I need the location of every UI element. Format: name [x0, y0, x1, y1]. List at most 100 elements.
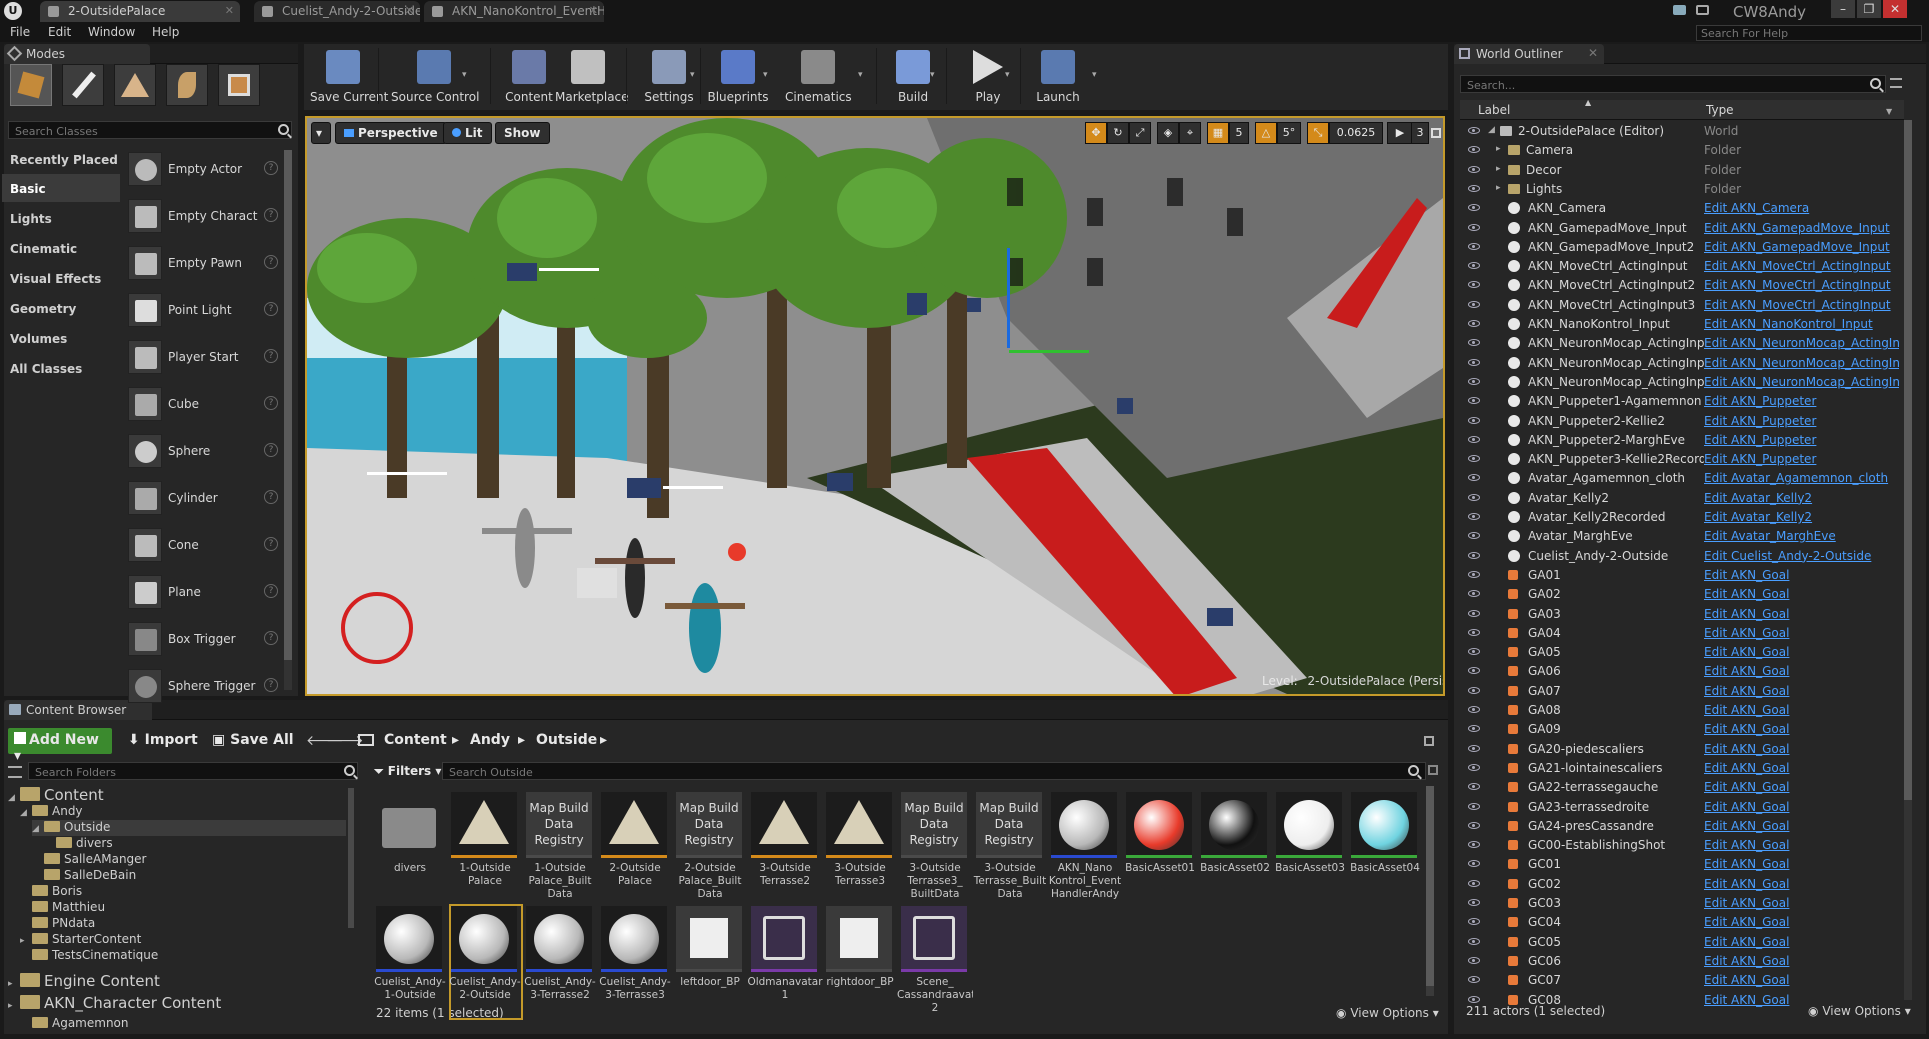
help-icon[interactable]: ? — [264, 161, 278, 175]
visibility-eye-icon[interactable] — [1468, 416, 1480, 424]
asset-scrollbar[interactable] — [1426, 786, 1434, 996]
visibility-eye-icon[interactable] — [1468, 937, 1480, 945]
marketplace-button[interactable]: Marketplace — [555, 48, 629, 104]
build-button[interactable]: Build — [880, 48, 946, 104]
visibility-eye-icon[interactable] — [1468, 841, 1480, 849]
edit-blueprint-link[interactable]: Edit AKN_Goal — [1704, 819, 1899, 833]
edit-blueprint-link[interactable]: Edit AKN_Puppeter — [1704, 394, 1899, 408]
visibility-eye-icon[interactable] — [1468, 744, 1480, 752]
place-item-sphere-trigger[interactable]: Sphere Trigger? — [126, 665, 278, 709]
world-outliner-tab[interactable]: World Outliner ✕ — [1454, 44, 1604, 64]
content-view-options[interactable]: ◉ View Options ▾ — [1336, 1006, 1439, 1020]
close-button[interactable]: ✕ — [1883, 0, 1907, 18]
place-item-cylinder[interactable]: Cylinder? — [126, 477, 278, 521]
place-item-box-trigger[interactable]: Box Trigger? — [126, 618, 278, 662]
help-icon[interactable]: ? — [264, 631, 278, 645]
help-search-input[interactable]: Search For Help — [1696, 25, 1922, 41]
asset-tile-basicasset04[interactable]: BasicAsset04 — [1350, 792, 1421, 904]
visibility-eye-icon[interactable] — [1468, 918, 1480, 926]
outliner-row[interactable]: Avatar_MarghEve Edit Avatar_MarghEve — [1462, 527, 1902, 546]
translate-mode-icon[interactable]: ✥ — [1085, 122, 1107, 144]
outliner-row[interactable]: GA06 Edit AKN_Goal — [1462, 662, 1902, 681]
type-column-dropdown-icon[interactable]: ▼ — [1886, 107, 1892, 116]
visibility-eye-icon[interactable] — [1468, 995, 1480, 1003]
edit-blueprint-link[interactable]: Edit AKN_Goal — [1704, 838, 1899, 852]
breadcrumb-separator-icon[interactable]: ▸ — [600, 732, 607, 748]
outliner-row[interactable]: AKN_Puppeter2-MarghEve Edit AKN_Puppeter — [1462, 431, 1902, 450]
visibility-eye-icon[interactable] — [1468, 532, 1480, 540]
place-item-point-light[interactable]: Point Light? — [126, 289, 278, 333]
edit-blueprint-link[interactable]: Edit AKN_Goal — [1704, 722, 1899, 736]
visibility-eye-icon[interactable] — [1468, 300, 1480, 308]
build-dropdown-icon[interactable]: ▾ — [930, 70, 935, 80]
expand-arrow-icon[interactable]: ▸ — [8, 1001, 20, 1011]
edit-blueprint-link[interactable]: Edit AKN_Goal — [1704, 935, 1899, 949]
edit-blueprint-link[interactable]: Edit AKN_MoveCtrl_ActingInput — [1704, 278, 1899, 292]
outliner-row[interactable]: AKN_MoveCtrl_ActingInput3 Edit AKN_MoveCt… — [1462, 296, 1902, 315]
expand-arrow-icon[interactable]: ▸ — [20, 936, 32, 946]
modes-tab[interactable]: Modes — [4, 44, 150, 64]
asset-tile-cuelist-andy-2-outside[interactable]: Cuelist_Andy- 2-Outside — [449, 904, 523, 1020]
rotation-snap-icon[interactable]: △ — [1255, 122, 1277, 144]
play-dropdown-icon[interactable]: ▾ — [1005, 70, 1010, 80]
breadcrumb-outside[interactable]: Outside — [536, 732, 597, 748]
visibility-eye-icon[interactable] — [1468, 609, 1480, 617]
blueprints-dropdown-icon[interactable]: ▾ — [763, 70, 768, 80]
edit-blueprint-link[interactable]: Edit AKN_NanoKontrol_Input — [1704, 317, 1899, 331]
edit-blueprint-link[interactable]: Edit Avatar_Kelly2 — [1704, 510, 1899, 524]
visibility-eye-icon[interactable] — [1468, 262, 1480, 270]
visibility-eye-icon[interactable] — [1468, 628, 1480, 636]
visibility-eye-icon[interactable] — [1468, 146, 1480, 154]
expand-arrow-icon[interactable]: ▸ — [1496, 144, 1501, 154]
edit-blueprint-link[interactable]: Edit AKN_Goal — [1704, 954, 1899, 968]
notification-icon[interactable] — [1673, 5, 1686, 15]
visibility-eye-icon[interactable] — [1468, 551, 1480, 559]
viewport-options-button[interactable]: ▾ — [311, 122, 331, 144]
outliner-row[interactable]: GC05 Edit AKN_Goal — [1462, 933, 1902, 952]
source-control-dropdown-icon[interactable]: ▾ — [462, 70, 467, 80]
visibility-eye-icon[interactable] — [1468, 204, 1480, 212]
edit-blueprint-link[interactable]: Edit AKN_GamepadMove_Input — [1704, 240, 1899, 254]
save-all-button[interactable]: ▣ Save All — [206, 728, 300, 754]
launch-dropdown-icon[interactable]: ▾ — [1092, 70, 1097, 80]
document-tab-akn-nanokontrol-eventh[interactable]: AKN_NanoKontrol_EventH ✕ — [424, 1, 604, 22]
outliner-row[interactable]: AKN_NanoKontrol_Input Edit AKN_NanoKontro… — [1462, 315, 1902, 334]
outliner-row[interactable]: GA20-piedescaliers Edit AKN_Goal — [1462, 740, 1902, 759]
category-geometry[interactable]: Geometry — [2, 294, 120, 322]
folder-andy[interactable]: ◢ Andy — [20, 804, 346, 820]
close-tab-icon[interactable]: ✕ — [225, 4, 234, 17]
expand-arrow-icon[interactable]: ▸ — [1496, 164, 1501, 174]
help-icon[interactable]: ? — [264, 208, 278, 222]
visibility-eye-icon[interactable] — [1468, 706, 1480, 713]
edit-blueprint-link[interactable]: Edit AKN_NeuronMocap_ActingInp — [1704, 336, 1899, 350]
category-visual-effects[interactable]: Visual Effects — [2, 264, 120, 292]
visibility-eye-icon[interactable] — [1468, 165, 1480, 173]
edit-blueprint-link[interactable]: Edit Avatar_Kelly2 — [1704, 491, 1899, 505]
foliage-mode-icon[interactable] — [166, 64, 208, 106]
outliner-row[interactable]: AKN_GamepadMove_Input2 Edit AKN_GamepadMo… — [1462, 238, 1902, 257]
outliner-row[interactable]: GA04 Edit AKN_Goal — [1462, 624, 1902, 643]
lock-icon[interactable] — [1424, 736, 1434, 746]
outliner-row[interactable]: Avatar_Agamemnon_cloth Edit Avatar_Agamem… — [1462, 469, 1902, 488]
outliner-row[interactable]: AKN_Puppeter2-Kellie2 Edit AKN_Puppeter — [1462, 412, 1902, 431]
perspective-button[interactable]: Perspective — [335, 122, 447, 144]
outliner-row[interactable]: ◢ 2-OutsidePalace (Editor) World — [1462, 122, 1902, 141]
visibility-eye-icon[interactable] — [1468, 821, 1480, 829]
asset-tile-divers[interactable]: divers — [376, 792, 446, 904]
outliner-row[interactable]: GA23-terrassedroite Edit AKN_Goal — [1462, 798, 1902, 817]
edit-blueprint-link[interactable]: Edit AKN_Goal — [1704, 664, 1899, 678]
blueprints-button[interactable]: Blueprints — [705, 48, 771, 104]
visibility-eye-icon[interactable] — [1468, 667, 1480, 675]
breadcrumb-andy[interactable]: Andy — [470, 732, 510, 748]
cinematics-button[interactable]: Cinematics — [785, 48, 852, 104]
outliner-row[interactable]: Cuelist_Andy-2-Outside Edit Cuelist_Andy-… — [1462, 547, 1902, 566]
edit-blueprint-link[interactable]: Edit AKN_Goal — [1704, 568, 1899, 582]
maximize-viewport-icon[interactable] — [1431, 128, 1441, 138]
asset-tile-scene-cassandraavata-2[interactable]: Scene_ Cassandraavata 2 — [897, 906, 973, 1018]
edit-blueprint-link[interactable]: Edit AKN_MoveCtrl_ActingInput — [1704, 298, 1899, 312]
menu-edit[interactable]: Edit — [48, 25, 71, 39]
edit-blueprint-link[interactable]: Edit AKN_Goal — [1704, 742, 1899, 756]
visibility-eye-icon[interactable] — [1468, 474, 1480, 482]
visibility-eye-icon[interactable] — [1468, 879, 1480, 887]
sources-toggle-icon[interactable] — [8, 766, 22, 778]
